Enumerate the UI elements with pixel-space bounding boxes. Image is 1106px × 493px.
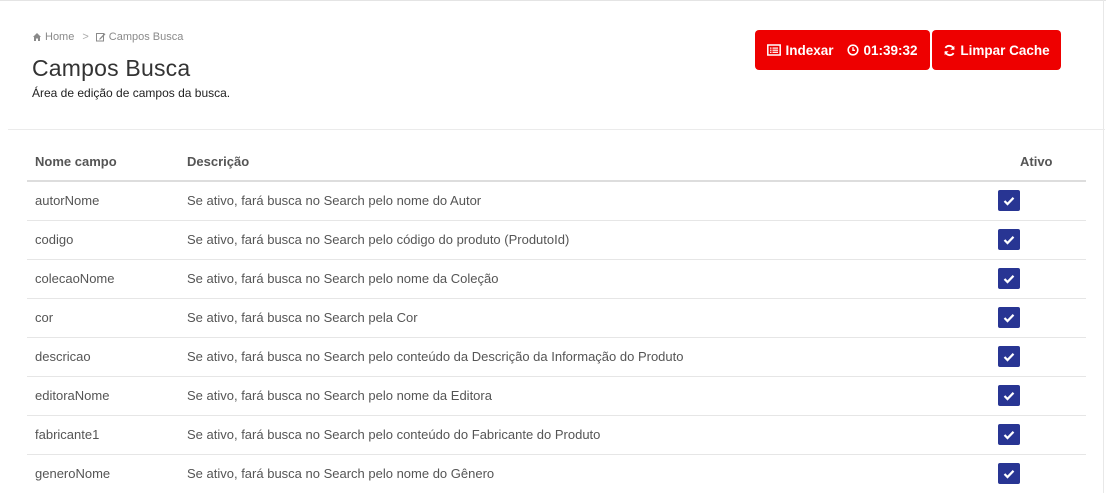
active-checkbox[interactable]: [998, 190, 1020, 212]
column-header-description: Descrição: [179, 143, 1012, 182]
field-name: codigo: [27, 220, 179, 260]
table-row: editoraNome Se ativo, fará busca no Sear…: [27, 376, 1086, 416]
page-header: Home > Campos Busca Campos Busca Área de…: [0, 0, 1106, 130]
check-icon: [1003, 196, 1015, 206]
breadcrumb-current: Campos Busca: [95, 31, 184, 43]
check-icon: [1003, 352, 1015, 362]
check-icon: [1003, 274, 1015, 284]
active-checkbox[interactable]: [998, 268, 1020, 289]
check-icon: [1003, 469, 1015, 479]
breadcrumb-current-label: Campos Busca: [108, 31, 184, 43]
table-row: autorNome Se ativo, fará busca no Search…: [27, 181, 1086, 221]
active-checkbox[interactable]: [998, 229, 1020, 250]
field-description: Se ativo, fará busca no Search pelo nome…: [179, 376, 1012, 416]
table-row: cor Se ativo, fará busca no Search pela …: [27, 298, 1086, 338]
header-divider: [8, 129, 1105, 130]
clock-icon: [847, 44, 860, 56]
active-checkbox[interactable]: [998, 385, 1020, 406]
field-description: Se ativo, fará busca no Search pelo códi…: [179, 220, 1012, 260]
clear-cache-label: Limpar Cache: [960, 42, 1050, 58]
check-icon: [1003, 391, 1015, 401]
table-row: generoNome Se ativo, fará busca no Searc…: [27, 454, 1086, 493]
field-name: editoraNome: [27, 376, 179, 416]
field-description: Se ativo, fará busca no Search pelo cont…: [179, 337, 1012, 377]
column-header-active: Ativo: [1012, 143, 1086, 182]
active-checkbox[interactable]: [998, 346, 1020, 367]
home-icon: [33, 33, 41, 41]
field-name: colecaoNome: [27, 259, 179, 299]
index-timer: 01:39:32: [847, 42, 918, 58]
field-name: generoNome: [27, 454, 179, 493]
fields-table: Nome campo Descrição Ativo autorNome Se …: [27, 143, 1086, 493]
list-alt-icon: [767, 44, 782, 56]
breadcrumb: Home > Campos Busca: [32, 31, 183, 43]
field-name: cor: [27, 298, 179, 338]
check-icon: [1003, 313, 1015, 323]
page-subtitle: Área de edição de campos da busca.: [32, 86, 231, 100]
field-description: Se ativo, fará busca no Search pelo nome…: [179, 259, 1012, 299]
field-name: fabricante1: [27, 415, 179, 455]
check-icon: [1003, 430, 1015, 440]
index-button[interactable]: Indexar 01:39:32: [755, 30, 930, 70]
table-row: colecaoNome Se ativo, fará busca no Sear…: [27, 259, 1086, 299]
field-description: Se ativo, fará busca no Search pelo nome…: [179, 181, 1012, 221]
clear-cache-button[interactable]: Limpar Cache: [932, 30, 1061, 70]
table-row: codigo Se ativo, fará busca no Search pe…: [27, 220, 1086, 260]
breadcrumb-home-label: Home: [45, 31, 75, 43]
active-checkbox[interactable]: [998, 307, 1020, 328]
table-body: autorNome Se ativo, fará busca no Search…: [27, 181, 1086, 493]
timer-value: 01:39:32: [863, 42, 918, 58]
edit-icon: [95, 33, 106, 42]
field-name: descricao: [27, 337, 179, 377]
field-description: Se ativo, fará busca no Search pelo cont…: [179, 415, 1012, 455]
column-header-name: Nome campo: [27, 143, 179, 182]
table-row: descricao Se ativo, fará busca no Search…: [27, 337, 1086, 377]
index-button-label: Indexar: [785, 42, 834, 58]
refresh-icon: [944, 44, 955, 56]
table-header-row: Nome campo Descrição Ativo: [27, 143, 1086, 182]
breadcrumb-separator: >: [82, 31, 89, 43]
field-name: autorNome: [27, 181, 179, 221]
field-description: Se ativo, fará busca no Search pela Cor: [179, 298, 1012, 338]
field-description: Se ativo, fará busca no Search pelo nome…: [179, 454, 1012, 493]
breadcrumb-home[interactable]: Home: [32, 31, 74, 43]
table-row: fabricante1 Se ativo, fará busca no Sear…: [27, 415, 1086, 455]
active-checkbox[interactable]: [998, 424, 1020, 445]
page-title: Campos Busca: [32, 55, 191, 81]
active-checkbox[interactable]: [998, 463, 1020, 484]
check-icon: [1003, 235, 1015, 245]
